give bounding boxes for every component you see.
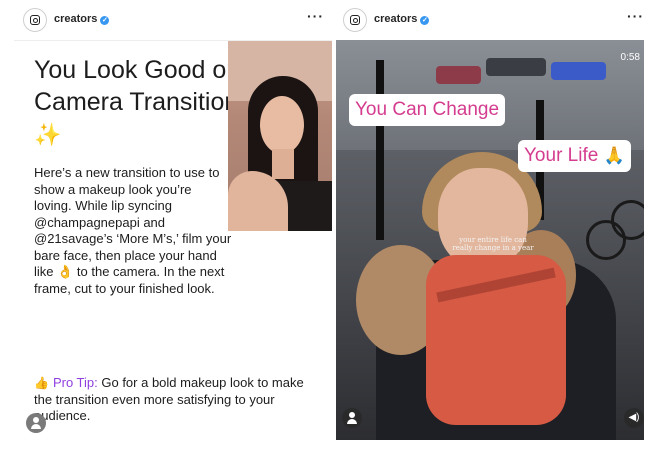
pray-emoji: 🙏	[603, 146, 625, 165]
sticker-text: Your Life	[524, 145, 599, 166]
photo-neck	[272, 149, 294, 179]
verified-badge-icon: ✓	[100, 16, 110, 25]
sparkle-emoji: ✨	[34, 122, 62, 147]
instagram-icon	[350, 15, 360, 25]
user-icon[interactable]	[26, 413, 46, 433]
caption-overlay: your entire life can really change in a …	[452, 236, 534, 252]
photo-face	[260, 96, 304, 154]
post-header: creators ✓ ···	[14, 0, 332, 40]
post-header: creators ✓ ···	[334, 0, 652, 40]
username-text: creators	[374, 13, 418, 25]
verified-badge-icon: ✓	[420, 16, 430, 25]
parked-car	[486, 58, 546, 76]
headline-text: You Look Good on Camera Transition	[34, 56, 241, 116]
thumbs-up-icon: 👍	[34, 376, 49, 390]
profile-avatar[interactable]	[23, 8, 47, 32]
more-options-icon[interactable]: ···	[627, 8, 644, 24]
bike-wheel	[611, 200, 644, 240]
left-post: creators ✓ ··· You Look Good on Camera Tr…	[14, 0, 332, 450]
post-headline: You Look Good on Camera Transition ✨	[34, 54, 244, 151]
pro-tip: 👍 Pro Tip: Go for a bold makeup look to m…	[34, 375, 324, 425]
parked-car	[551, 62, 606, 80]
profile-avatar[interactable]	[343, 8, 367, 32]
speaker-icon[interactable]: ◀)	[624, 408, 644, 428]
pro-tip-label: Pro Tip:	[52, 375, 98, 390]
makeup-photo	[228, 41, 332, 231]
text-sticker: Your Life 🙏	[518, 140, 631, 172]
username-link[interactable]: creators ✓	[374, 13, 430, 25]
parked-car	[436, 66, 481, 84]
username-text: creators	[54, 13, 98, 25]
instagram-icon	[30, 15, 40, 25]
person-face	[438, 168, 528, 268]
text-sticker: You Can Change	[349, 94, 506, 126]
user-icon[interactable]	[342, 408, 362, 428]
video-player[interactable]: You Can Change Your Life 🙏 0:58 your ent…	[336, 40, 644, 440]
video-timer: 0:58	[620, 52, 640, 63]
post-body-text: Here’s a new transition to use to show a…	[34, 165, 232, 296]
right-post: creators ✓ ··· You Can Change Your Life 🙏…	[334, 0, 652, 450]
bike-rack-pole	[376, 60, 384, 240]
username-link[interactable]: creators ✓	[54, 13, 110, 25]
more-options-icon[interactable]: ···	[307, 8, 324, 24]
